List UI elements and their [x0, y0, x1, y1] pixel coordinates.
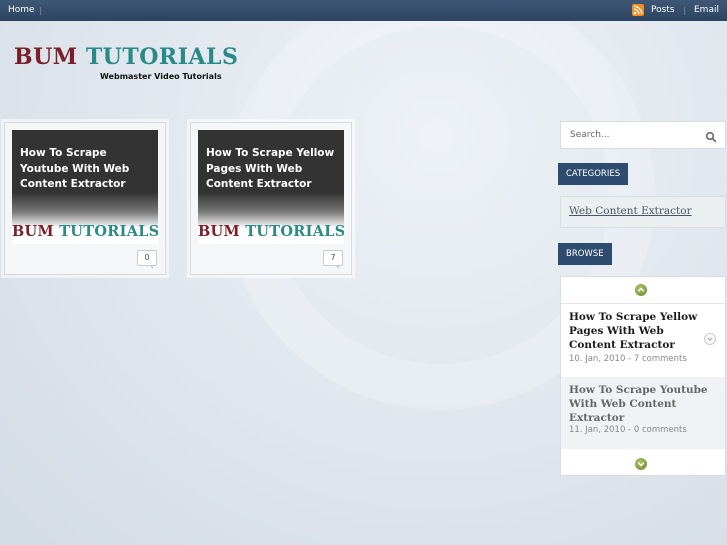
thumbnail-logo: BUM TUTORIALS	[198, 223, 344, 240]
thumbnail-logo-word-bum: BUM	[198, 223, 240, 240]
browse-item-meta: 10. Jan, 2010 - 7 comments	[569, 354, 687, 364]
search-icon[interactable]	[705, 128, 717, 147]
category-link[interactable]: Web Content Extractor	[569, 205, 692, 217]
top-navigation-bar: Home | Posts | Email	[0, 0, 727, 21]
logo-title: BUM TUTORIALS	[14, 44, 238, 70]
browse-list-item[interactable]: How To Scrape Youtube With Web Content E…	[561, 377, 725, 449]
thumbnail-logo-word-tutorials: TUTORIALS	[245, 223, 344, 240]
chevron-down-icon[interactable]	[704, 333, 716, 345]
post-title[interactable]: How To Scrape Yellow Pages With Web Cont…	[206, 146, 340, 193]
categories-heading: CATEGORIES	[558, 163, 629, 185]
browse-item-meta: 11. Jan, 2010 - 0 comments	[569, 425, 687, 435]
post-card: How To Scrape Yellow Pages With Web Cont…	[190, 122, 352, 275]
comment-count-badge[interactable]: 0	[137, 250, 157, 269]
post-title[interactable]: How To Scrape Youtube With Web Content E…	[20, 146, 154, 193]
nav-home-link[interactable]: Home	[8, 0, 35, 21]
thumbnail-logo-word-tutorials: TUTORIALS	[59, 223, 158, 240]
thumbnail-logo-word-bum: BUM	[12, 223, 54, 240]
thumbnail-logo: BUM TUTORIALS	[12, 223, 158, 240]
browse-heading: BROWSE	[558, 243, 612, 265]
logo-word-bum: BUM	[14, 44, 78, 70]
post-thumbnail[interactable]: How To Scrape Youtube With Web Content E…	[12, 130, 158, 244]
site-logo[interactable]: BUM TUTORIALS Webmaster Video Tutorials	[14, 44, 238, 81]
browse-list-item[interactable]: How To Scrape Yellow Pages With Web Cont…	[561, 303, 725, 378]
nav-posts-link[interactable]: Posts	[651, 0, 675, 21]
search-box	[560, 121, 726, 149]
rss-icon[interactable]	[632, 4, 644, 16]
nav-email-link[interactable]: Email	[694, 0, 719, 21]
post-thumbnail[interactable]: How To Scrape Yellow Pages With Web Cont…	[198, 130, 344, 244]
browse-widget: How To Scrape Yellow Pages With Web Cont…	[560, 276, 726, 476]
comment-count-badge[interactable]: 7	[323, 250, 343, 269]
categories-list: Web Content Extractor	[560, 196, 726, 228]
post-card: How To Scrape Youtube With Web Content E…	[4, 122, 166, 275]
arrow-up-icon[interactable]	[635, 284, 647, 296]
browse-item-title[interactable]: How To Scrape Yellow Pages With Web Cont…	[569, 310, 709, 352]
nav-separator: |	[39, 6, 42, 15]
search-input[interactable]	[570, 128, 690, 142]
browse-item-title[interactable]: How To Scrape Youtube With Web Content E…	[569, 383, 709, 425]
logo-word-tutorials: TUTORIALS	[85, 44, 239, 70]
logo-tagline: Webmaster Video Tutorials	[100, 72, 222, 81]
arrow-down-icon[interactable]	[635, 458, 647, 470]
nav-separator: |	[683, 6, 686, 15]
